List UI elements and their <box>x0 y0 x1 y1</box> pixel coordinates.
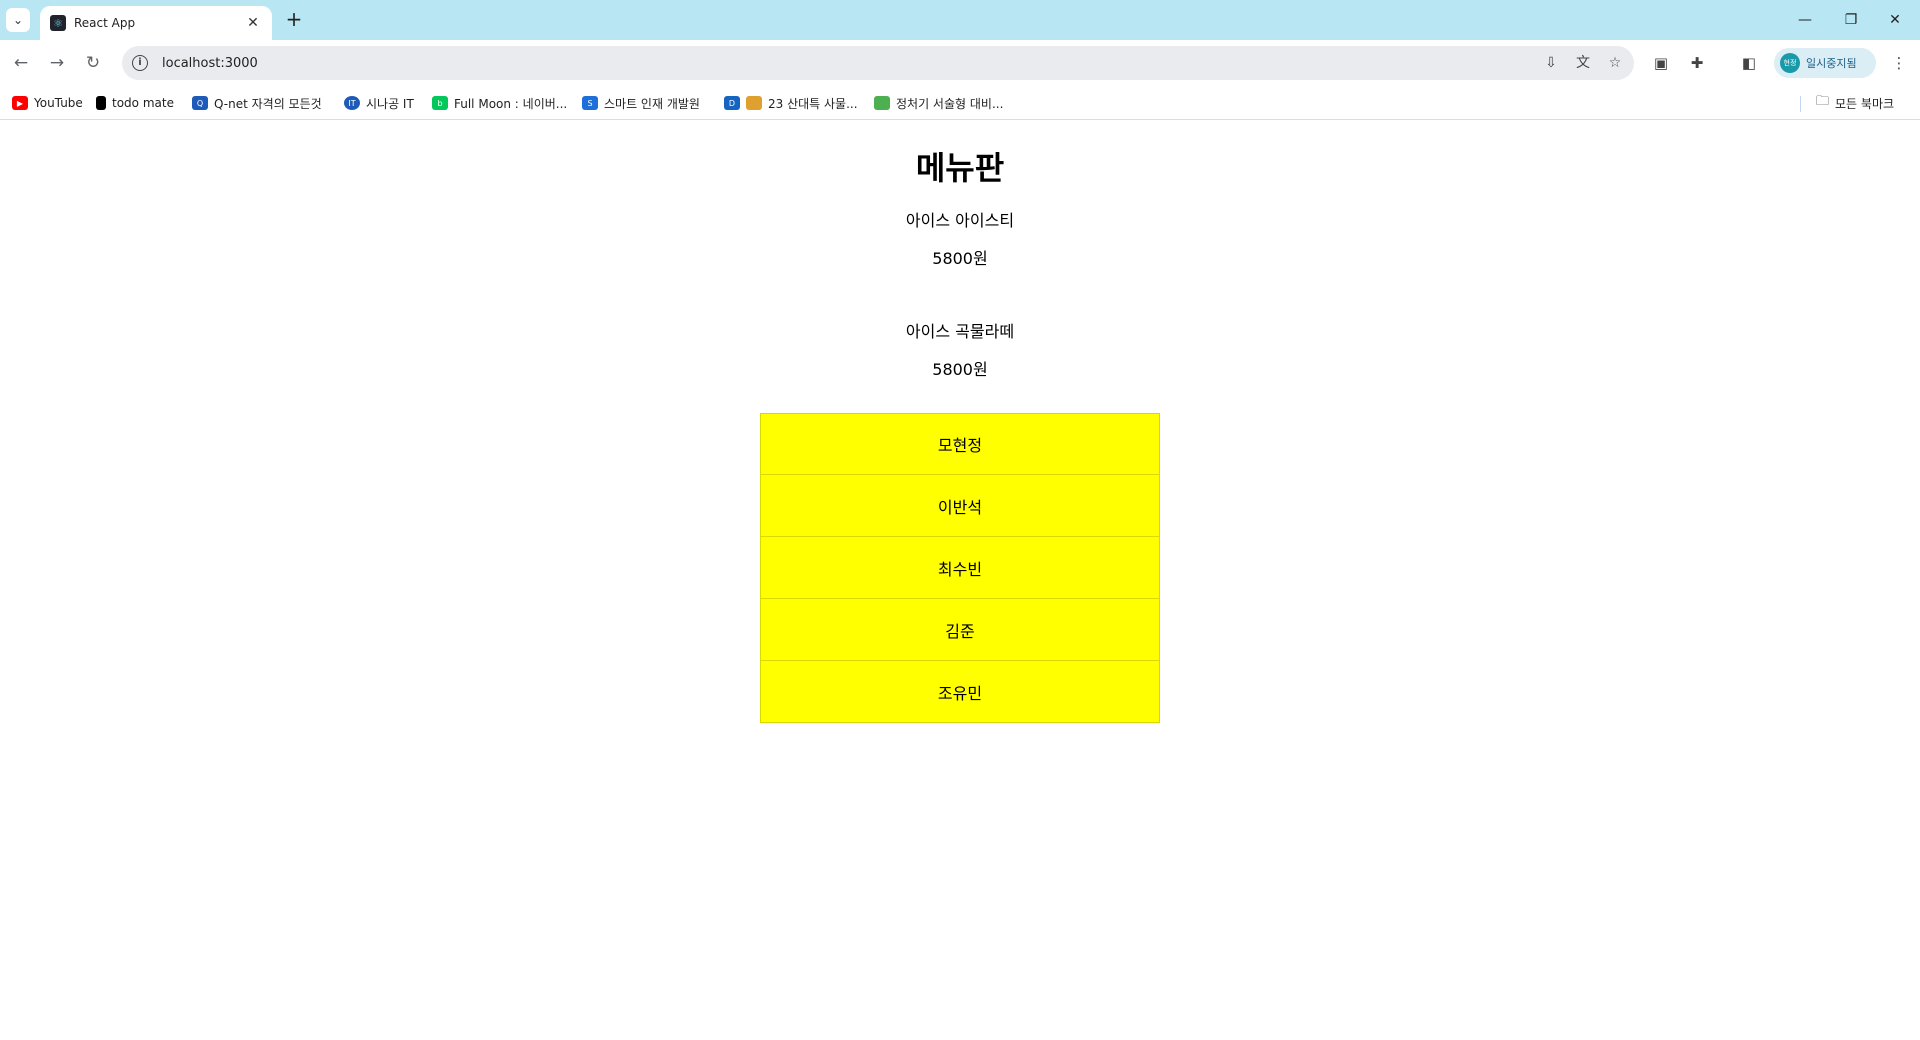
folder-image-icon <box>746 96 762 110</box>
bookmark-label: 정처기 서술형 대비... <box>896 96 1004 111</box>
forward-arrow-icon: → <box>49 53 65 73</box>
bookmark-label: 스마트 인재 개발원 <box>604 96 700 111</box>
notion-icon: D <box>724 96 740 110</box>
tab-search-button[interactable]: ⌄ <box>6 8 30 32</box>
bookmark-label: Full Moon : 네이버... <box>454 96 568 111</box>
bookmark-label: Q-net 자격의 모든것 <box>214 96 322 111</box>
menu-item-name: 아이스 아이스티 <box>905 211 1015 230</box>
browser-toolbar: ← → ↻ i localhost:3000 ⇩ 文 ☆ ▣ ✚ ◧ 현정 일시… <box>0 40 1920 86</box>
side-panel-icon[interactable]: ◧ <box>1738 52 1760 74</box>
all-bookmarks-label: 모든 북마크 <box>1835 96 1895 111</box>
new-tab-button[interactable]: + <box>282 8 306 32</box>
sinagong-icon: IT <box>344 96 360 110</box>
translate-icon[interactable]: 文 <box>1574 54 1592 72</box>
bookmark-notion[interactable]: D 23 산대특 사물... <box>724 94 858 112</box>
profile-status: 일시중지됨 <box>1806 57 1857 70</box>
bookmark-qnet[interactable]: Q Q-net 자격의 모든것 <box>192 94 322 112</box>
bookmark-jeongcheogi[interactable]: 정처기 서술형 대비... <box>874 94 1003 112</box>
bookmark-naver-blog[interactable]: b Full Moon : 네이버... <box>432 94 567 112</box>
all-bookmarks-button[interactable]: 🗀 모든 북마크 <box>1816 94 1894 112</box>
bookmark-label: 시나공 IT <box>366 96 414 111</box>
book-icon <box>874 96 890 110</box>
list-item: 김준 <box>760 599 1160 661</box>
extensions-icon[interactable]: ✚ <box>1686 52 1708 74</box>
page-title: 메뉴판 <box>915 149 1005 187</box>
chevron-down-icon: ⌄ <box>12 13 24 27</box>
bookmark-star-icon[interactable]: ☆ <box>1606 54 1624 72</box>
menu-item-price: 5800원 <box>932 360 988 379</box>
bookmarks-bar: ▶ YouTube todo mate Q Q-net 자격의 모든것 IT 시… <box>0 86 1920 120</box>
naver-blog-icon: b <box>432 96 448 110</box>
tab-strip: ⌄ ⚛ React App ✕ + — ❐ ✕ <box>0 0 1920 40</box>
tab-title: React App <box>74 16 136 30</box>
bookmark-smart-hrd[interactable]: S 스마트 인재 개발원 <box>582 94 700 112</box>
url-text[interactable]: localhost:3000 <box>162 56 258 71</box>
youtube-icon: ▶ <box>12 96 28 110</box>
screen-cast-icon[interactable]: ▣ <box>1650 52 1672 74</box>
react-icon: ⚛ <box>50 15 66 31</box>
menu-item-name: 아이스 곡물라떼 <box>905 322 1015 341</box>
address-bar[interactable]: i localhost:3000 ⇩ 文 ☆ <box>122 46 1634 80</box>
back-button[interactable]: ← <box>8 50 34 76</box>
forward-button[interactable]: → <box>44 50 70 76</box>
restore-button[interactable]: ❐ <box>1834 6 1868 34</box>
menu-item-price: 5800원 <box>932 249 988 268</box>
list-item: 조유민 <box>760 661 1160 723</box>
page-content: 메뉴판 아이스 아이스티 5800원 아이스 곡물라떼 5800원 모현정 이반… <box>0 121 1920 1040</box>
qnet-icon: Q <box>192 96 208 110</box>
back-arrow-icon: ← <box>13 53 29 73</box>
todo-mate-icon <box>96 96 106 110</box>
reload-button[interactable]: ↻ <box>80 50 106 76</box>
install-app-icon[interactable]: ⇩ <box>1542 54 1560 72</box>
bookmark-label: 23 산대특 사물... <box>768 96 858 111</box>
bookmark-youtube[interactable]: ▶ YouTube <box>12 94 83 112</box>
folder-icon: 🗀 <box>1816 94 1830 109</box>
more-menu-icon[interactable]: ⋮ <box>1888 52 1910 74</box>
close-tab-icon[interactable]: ✕ <box>244 15 262 31</box>
active-tab[interactable]: ⚛ React App ✕ <box>40 6 272 40</box>
list-item: 최수빈 <box>760 537 1160 599</box>
profile-button[interactable]: 현정 일시중지됨 <box>1774 48 1876 78</box>
site-info-icon[interactable]: i <box>132 55 148 71</box>
reload-icon: ↻ <box>85 53 101 73</box>
bookmark-todo-mate[interactable]: todo mate <box>96 94 174 112</box>
close-window-button[interactable]: ✕ <box>1878 6 1912 34</box>
smart-hrd-icon: S <box>582 96 598 110</box>
bookmarks-divider <box>1800 96 1801 112</box>
minimize-button[interactable]: — <box>1788 6 1822 34</box>
bookmark-sinagong[interactable]: IT 시나공 IT <box>344 94 414 112</box>
bookmark-label: todo mate <box>112 96 174 110</box>
list-item: 이반석 <box>760 475 1160 537</box>
bookmark-label: YouTube <box>34 96 83 110</box>
avatar: 현정 <box>1780 53 1800 73</box>
list-item: 모현정 <box>760 413 1160 475</box>
name-list: 모현정 이반석 최수빈 김준 조유민 <box>760 413 1160 723</box>
